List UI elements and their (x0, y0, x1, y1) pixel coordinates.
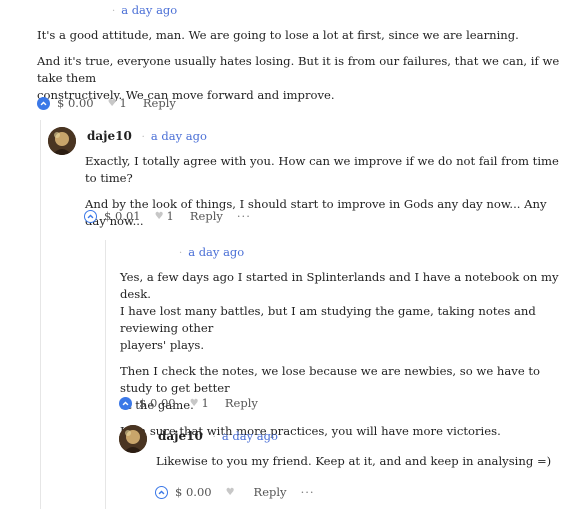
comment-actions: $ 0.00 ♥ 1 Reply (37, 96, 190, 110)
timestamp[interactable]: a day ago (222, 429, 278, 443)
more-options-button[interactable]: ··· (237, 209, 251, 223)
author-name[interactable]: daje10 (158, 429, 203, 443)
avatar[interactable] (48, 127, 76, 155)
avatar-image (119, 425, 147, 453)
chevron-up-icon (122, 400, 129, 405)
text-line: players' plays. (120, 338, 205, 352)
timestamp[interactable]: a day ago (188, 245, 244, 259)
payout-value[interactable]: $ 0.00 (175, 485, 212, 499)
paragraph: Likewise to you my friend. Keep at it, a… (156, 454, 552, 468)
comment-actions: $ 0.01 ♥ 1 Reply ··· (84, 209, 251, 223)
chevron-up-icon (87, 213, 94, 218)
reply-button[interactable]: Reply (143, 96, 176, 110)
vote-count[interactable]: 1 (167, 209, 174, 223)
timestamp[interactable]: a day ago (151, 129, 207, 143)
heart-icon: ♥ (154, 210, 164, 222)
timestamp[interactable]: a day ago (121, 3, 177, 17)
text-line: Then I check the notes, we lose because … (120, 364, 541, 395)
comment-body: It's a good attitude, man. We are going … (37, 27, 567, 104)
comment-actions: $ 0.00 ♥ Reply ··· (155, 485, 315, 499)
comment-meta: · a day ago (112, 3, 178, 17)
payout-value[interactable]: $ 0.00 (139, 396, 176, 410)
text-line: I have lost many battles, but I am study… (120, 304, 536, 335)
author-name[interactable]: daje10 (87, 129, 132, 143)
avatar-image (48, 127, 76, 155)
payout-value[interactable]: $ 0.01 (104, 209, 141, 223)
reply-button[interactable]: Reply (254, 485, 287, 499)
comment-meta: · a day ago (179, 245, 245, 259)
paragraph: And it's true, everyone usually hates lo… (37, 54, 560, 85)
reply-button[interactable]: Reply (190, 209, 223, 223)
heart-icon: ♥ (225, 486, 235, 498)
heart-icon: ♥ (189, 397, 199, 409)
chevron-up-icon (158, 489, 165, 494)
paragraph: It's a good attitude, man. We are going … (37, 28, 519, 42)
more-options-button[interactable]: ··· (301, 485, 315, 499)
vote-count[interactable]: 1 (202, 396, 209, 410)
upvote-button[interactable] (37, 96, 50, 110)
comment-body: Yes, a few days ago I started in Splinte… (120, 269, 570, 440)
comment-body: Likewise to you my friend. Keep at it, a… (156, 453, 566, 470)
thread-line (40, 120, 41, 509)
payout-value[interactable]: $ 0.00 (57, 96, 94, 110)
comment-meta: daje10 · a day ago (87, 129, 207, 143)
chevron-up-icon (40, 100, 47, 105)
upvote-button[interactable] (84, 209, 97, 223)
comment-meta: daje10 · a day ago (158, 429, 278, 443)
thread-line (105, 240, 106, 509)
text-line: Yes, a few days ago I started in Splinte… (120, 270, 559, 301)
upvote-button[interactable] (119, 396, 132, 410)
reply-button[interactable]: Reply (225, 396, 258, 410)
upvote-button[interactable] (155, 485, 168, 499)
avatar[interactable] (119, 425, 147, 453)
vote-count[interactable]: 1 (120, 96, 127, 110)
heart-icon: ♥ (107, 97, 117, 109)
paragraph: Exactly, I totally agree with you. How c… (85, 154, 559, 185)
comment-actions: $ 0.00 ♥ 1 Reply (119, 396, 272, 410)
